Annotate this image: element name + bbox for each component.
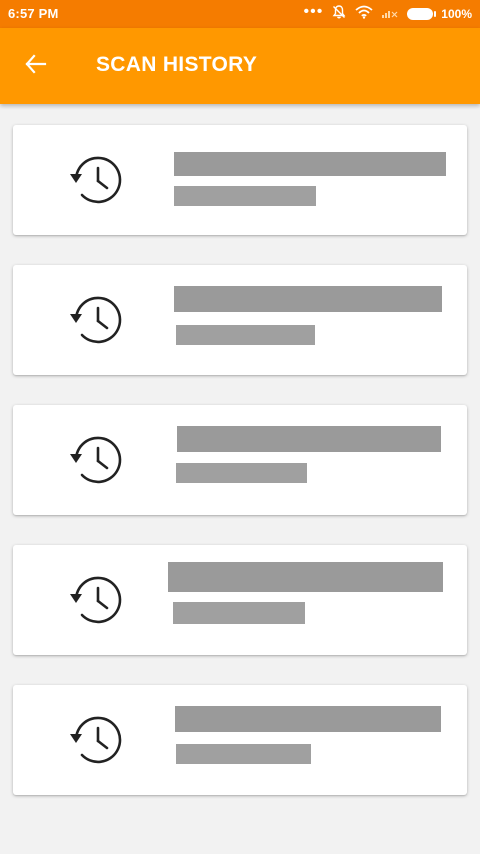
page-title: SCAN HISTORY [96,53,258,76]
more-dots-icon: ••• [303,3,324,20]
redacted-subtitle [174,186,316,206]
battery-icon [407,8,437,20]
history-item[interactable] [13,545,467,655]
redacted-title [168,562,443,592]
arrow-back-icon [24,52,48,81]
history-clock-icon [67,712,127,768]
history-clock-icon [67,292,127,348]
battery-percent: 100% [441,7,472,21]
redacted-title [174,152,446,176]
history-item[interactable] [13,125,467,235]
redacted-subtitle [176,744,311,764]
history-clock-icon [67,152,127,208]
redacted-title [177,426,441,452]
status-bar: 6:57 PM ••• 100% [0,0,480,28]
history-clock-icon [67,572,127,628]
history-item[interactable] [13,405,467,515]
back-button[interactable] [14,46,58,86]
status-icons: ••• 100% [303,4,472,24]
wifi-icon [355,5,373,24]
scan-history-list [13,125,467,825]
redacted-subtitle [173,602,305,624]
history-item[interactable] [13,265,467,375]
app-bar: SCAN HISTORY [0,28,480,104]
redacted-subtitle [176,463,307,483]
redacted-title [175,706,441,732]
silent-bell-icon [331,4,347,25]
history-clock-icon [67,432,127,488]
redacted-subtitle [176,325,315,345]
redacted-title [174,286,442,312]
status-time: 6:57 PM [8,6,59,21]
history-item[interactable] [13,685,467,795]
no-signal-icon [381,5,399,24]
